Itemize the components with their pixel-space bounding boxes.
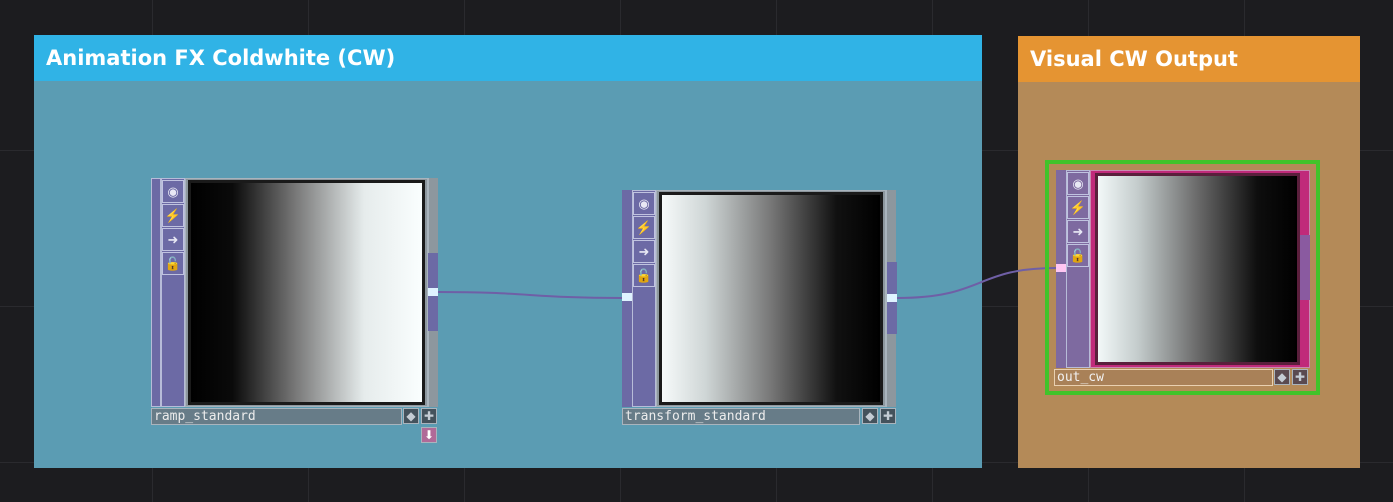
node-name-field[interactable]: transform_standard (622, 408, 860, 425)
bypass-icon[interactable]: ➜ (1067, 220, 1089, 243)
transform-node[interactable]: ◉ ⚡ ➜ 🔓 transform_standard ◆ ✚ (622, 190, 898, 426)
viewer-icon[interactable]: ◉ (1067, 172, 1089, 195)
output-port[interactable] (887, 294, 897, 302)
node-down-arrow-icon[interactable]: ⬇ (421, 427, 437, 443)
node-flags: ◉ ⚡ ➜ 🔓 (1067, 172, 1089, 268)
cook-icon[interactable]: ⚡ (633, 216, 655, 239)
lock-icon[interactable]: 🔓 (162, 252, 184, 275)
lock-icon[interactable]: 🔓 (1067, 244, 1089, 267)
node-flags: ◉ ⚡ ➜ 🔓 (162, 180, 184, 276)
output-port[interactable] (428, 288, 438, 296)
annotation-title[interactable]: Animation FX Coldwhite (CW) (34, 35, 982, 81)
bypass-icon[interactable]: ➜ (162, 228, 184, 251)
lock-icon[interactable]: 🔓 (633, 264, 655, 287)
node-viewer[interactable] (1095, 173, 1300, 365)
viewer-icon[interactable]: ◉ (162, 180, 184, 203)
out-node[interactable]: ◉ ⚡ ➜ 🔓 out_cw ◆ ✚ (1045, 160, 1320, 395)
node-viewer[interactable] (188, 180, 425, 405)
node-name-field[interactable]: out_cw (1054, 369, 1273, 386)
node-flags: ◉ ⚡ ➜ 🔓 (633, 192, 655, 288)
node-expand-icon[interactable]: ✚ (421, 408, 437, 424)
node-left-panel (151, 178, 161, 407)
cook-icon[interactable]: ⚡ (1067, 196, 1089, 219)
node-view-toggle-icon[interactable]: ◆ (403, 408, 419, 424)
annotation-title[interactable]: Visual CW Output (1018, 36, 1360, 82)
node-name-field[interactable]: ramp_standard (151, 408, 402, 425)
node-view-toggle-icon[interactable]: ◆ (1274, 369, 1290, 385)
viewer-icon[interactable]: ◉ (633, 192, 655, 215)
input-port[interactable] (1056, 264, 1066, 272)
node-viewer[interactable] (659, 192, 883, 405)
output-connector[interactable] (1300, 235, 1310, 300)
ramp-node[interactable]: ◉ ⚡ ➜ 🔓 ramp_standard ◆ ✚ ⬇ (151, 178, 440, 443)
cook-icon[interactable]: ⚡ (162, 204, 184, 227)
input-port[interactable] (622, 293, 632, 301)
node-expand-icon[interactable]: ✚ (1292, 369, 1308, 385)
node-expand-icon[interactable]: ✚ (880, 408, 896, 424)
bypass-icon[interactable]: ➜ (633, 240, 655, 263)
node-view-toggle-icon[interactable]: ◆ (862, 408, 878, 424)
